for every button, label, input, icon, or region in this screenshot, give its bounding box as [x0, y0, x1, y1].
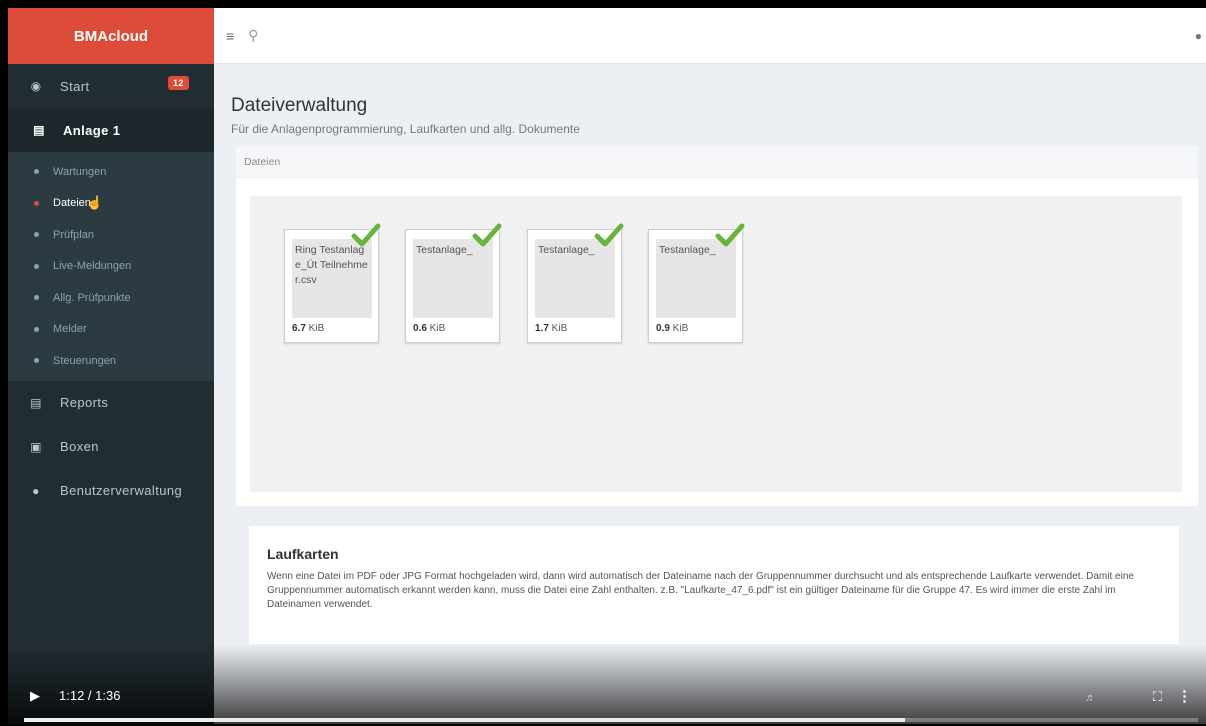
sidebar-item-boxen[interactable]: ▣ Boxen: [8, 425, 214, 469]
files-box: Dateien Ring Testanlage_Üt Teilnehmer.cs…: [236, 146, 1198, 506]
file-thumbnail: Testanlage_: [535, 239, 615, 318]
subitem-label: Steuerungen: [53, 354, 116, 367]
sidebar-toggle-icon[interactable]: ≡: [226, 28, 234, 44]
file-size-value: 6.7: [292, 323, 306, 334]
file-size: 0.9 KiB: [656, 323, 688, 334]
bullet-icon: [34, 232, 39, 238]
anlage-submenu: Wartungen Dateien ☝ Prüfplan Live-Meldun…: [8, 152, 214, 381]
file-size-unit: KiB: [426, 323, 446, 334]
file-size-value: 0.6: [413, 323, 427, 334]
upload-success-check-icon: [594, 223, 624, 247]
more-options-icon[interactable]: ⋮: [1177, 687, 1192, 705]
file-thumbnail: Ring Testanlage_Üt Teilnehmer.csv: [292, 239, 372, 318]
laufkarten-title: Laufkarten: [267, 546, 339, 562]
table-icon: ▤: [30, 395, 42, 410]
bullet-icon: [34, 326, 39, 332]
video-progress-bar[interactable]: [24, 718, 1198, 722]
app-frame: BMAcloud ◉ Start 12 ▤ Anlage 1 Wartungen…: [8, 8, 1206, 724]
volume-icon[interactable]: ♬: [1085, 692, 1096, 704]
sidebar: BMAcloud ◉ Start 12 ▤ Anlage 1 Wartungen…: [8, 8, 214, 724]
user-menu-icon[interactable]: ●: [1195, 29, 1202, 43]
sidebar-item-label: Reports: [60, 395, 109, 410]
file-size-unit: KiB: [669, 323, 689, 334]
box-icon: ▣: [30, 439, 42, 454]
file-size-value: 1.7: [535, 323, 549, 334]
file-size-unit: KiB: [305, 323, 325, 334]
file-card[interactable]: Ring Testanlage_Üt Teilnehmer.csv 6.7 Ki…: [284, 223, 381, 343]
notification-badge: 12: [168, 76, 189, 90]
sidebar-item-label: Benutzerverwaltung: [60, 483, 183, 498]
file-card[interactable]: Testanlage_ 0.6 KiB: [405, 223, 502, 343]
sidebar-subitem-steuerungen[interactable]: Steuerungen: [8, 345, 214, 377]
subitem-label: Dateien: [53, 197, 91, 210]
upload-success-check-icon: [715, 223, 745, 247]
bullet-icon: [34, 295, 39, 301]
top-navbar: ≡ ⚲ ●: [214, 8, 1206, 64]
sidebar-subitem-melder[interactable]: Melder: [8, 314, 214, 346]
sidebar-item-label: Boxen: [60, 439, 99, 454]
chart-icon: ▤: [33, 123, 45, 137]
bullet-icon: [34, 169, 39, 175]
sidebar-item-start[interactable]: ◉ Start 12: [8, 64, 214, 108]
sidebar-subitem-wartungen[interactable]: Wartungen: [8, 156, 214, 188]
subitem-label: Wartungen: [53, 165, 107, 178]
video-progress-fill: [24, 718, 905, 722]
bullet-icon: [34, 358, 39, 364]
video-controls-overlay: ▶ 1:12 / 1:36 ♬ ⛶ ⋮: [8, 644, 1206, 724]
file-size: 6.7 KiB: [292, 323, 324, 334]
sidebar-item-label: Anlage 1: [63, 122, 121, 138]
upload-success-check-icon: [351, 223, 381, 247]
sidebar-item-reports[interactable]: ▤ Reports: [8, 381, 214, 425]
files-box-header: Dateien: [236, 146, 1198, 178]
sidebar-subitem-live-meldungen[interactable]: Live-Meldungen: [8, 251, 214, 283]
video-time: 1:12 / 1:36: [59, 688, 121, 703]
user-icon: ●: [32, 483, 40, 498]
subitem-label: Allg. Prüfpunkte: [53, 291, 131, 304]
subitem-label: Prüfplan: [53, 228, 94, 241]
file-card[interactable]: Testanlage_ 0.9 KiB: [648, 223, 745, 343]
search-icon[interactable]: ⚲: [248, 27, 258, 44]
play-icon[interactable]: ▶: [30, 688, 40, 704]
sidebar-item-label: Start: [60, 78, 90, 94]
subitem-label: Live-Meldungen: [53, 260, 132, 273]
file-size-value: 0.9: [656, 323, 670, 334]
sidebar-subitem-allg-pruefpunkte[interactable]: Allg. Prüfpunkte: [8, 282, 214, 314]
main-content: Dateiverwaltung Für die Anlagenprogrammi…: [214, 64, 1206, 724]
sidebar-item-benutzerverwaltung[interactable]: ● Benutzerverwaltung: [8, 469, 214, 513]
file-size-unit: KiB: [548, 323, 568, 334]
page-title: Dateiverwaltung: [231, 95, 368, 116]
fullscreen-icon[interactable]: ⛶: [1153, 689, 1162, 705]
laufkarten-box: Laufkarten Wenn eine Datei im PDF oder J…: [249, 526, 1179, 644]
sidebar-subitem-pruefplan[interactable]: Prüfplan: [8, 219, 214, 251]
bullet-icon: [34, 200, 39, 206]
laufkarten-description: Wenn eine Datei im PDF oder JPG Format h…: [267, 571, 1134, 610]
sidebar-item-anlage[interactable]: ▤ Anlage 1: [8, 108, 214, 152]
file-size: 1.7 KiB: [535, 323, 567, 334]
page-subtitle: Für die Anlagenprogrammierung, Laufkarte…: [231, 122, 580, 136]
subitem-label: Melder: [53, 323, 87, 336]
brand-logo[interactable]: BMAcloud: [8, 8, 214, 64]
hand-cursor-icon: ☝: [86, 195, 104, 211]
file-thumbnail: Testanlage_: [656, 239, 736, 318]
sidebar-subitem-dateien[interactable]: Dateien ☝: [8, 188, 214, 220]
upload-success-check-icon: [472, 223, 502, 247]
file-card[interactable]: Testanlage_ 1.7 KiB: [527, 223, 624, 343]
file-size: 0.6 KiB: [413, 323, 445, 334]
dashboard-icon: ◉: [30, 79, 42, 93]
file-thumbnail: Testanlage_: [413, 239, 493, 318]
bullet-icon: [34, 263, 39, 269]
file-dropzone[interactable]: Ring Testanlage_Üt Teilnehmer.csv 6.7 Ki…: [250, 196, 1182, 492]
